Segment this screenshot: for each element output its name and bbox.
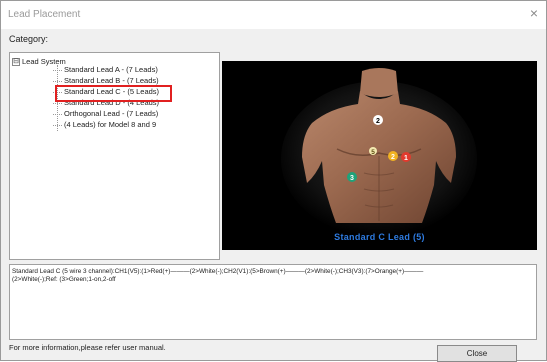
tree-item-standard-lead-b[interactable]: Standard Lead B - (7 Leads) xyxy=(53,76,159,85)
description-line-2: (2>White(-);Ref: (3>Green;1-on,2-off xyxy=(12,276,116,283)
tree-item-standard-lead-a[interactable]: Standard Lead A - (7 Leads) xyxy=(53,65,158,74)
electrode-label: 3 xyxy=(350,175,354,182)
electrode-label: 5 xyxy=(371,149,375,156)
electrode-label: 1 xyxy=(404,155,408,162)
footer-note: For more information,please refer user m… xyxy=(9,343,166,352)
tree-item-label: Standard Lead B - (7 Leads) xyxy=(64,76,159,85)
lead-placement-dialog: Lead Placement × Category: ⊟ Lead System … xyxy=(0,0,547,362)
tree-connector xyxy=(53,103,62,104)
neck xyxy=(360,68,398,97)
tree-item-label: Orthogonal Lead - (7 Leads) xyxy=(64,109,159,118)
tree-item-label: Standard Lead A - (7 Leads) xyxy=(64,65,158,74)
tree-connector xyxy=(53,125,62,126)
tree-item-orthogonal-lead[interactable]: Orthogonal Lead - (7 Leads) xyxy=(53,109,159,118)
electrode-label: 2 xyxy=(376,118,380,125)
tree-item-label: (4 Leads) for Model 8 and 9 xyxy=(64,120,157,129)
description-line-1: Standard Lead C (5 wire 3 channel):CH1(V… xyxy=(12,268,424,275)
tree-connector xyxy=(53,114,62,115)
lead-description-text: Standard Lead C (5 wire 3 channel):CH1(V… xyxy=(12,268,423,284)
lead-caption: Standard C Lead (5) xyxy=(334,232,425,242)
tree-connector xyxy=(53,70,62,71)
tree-root-label: Lead System xyxy=(22,57,66,66)
lead-system-tree: ⊟ Lead System Standard Lead A - (7 Leads)… xyxy=(9,52,220,260)
electrode-label: 2 xyxy=(391,154,395,161)
lead-description-box: Standard Lead C (5 wire 3 channel):CH1(V… xyxy=(9,264,537,340)
close-button[interactable]: Close xyxy=(437,345,517,362)
electrode-marker-v3: 2 xyxy=(388,151,398,161)
window-title: Lead Placement xyxy=(8,9,81,20)
title-bar: Lead Placement × xyxy=(1,1,546,29)
category-label: Category: xyxy=(9,34,49,44)
tree-item-model-8-9[interactable]: (4 Leads) for Model 8 and 9 xyxy=(53,120,157,129)
electrode-marker-ground: 3 xyxy=(347,172,357,182)
tree-connector xyxy=(53,81,62,82)
selection-highlight-box xyxy=(55,85,172,102)
collapse-icon[interactable]: ⊟ xyxy=(12,58,20,67)
window-close-icon[interactable]: × xyxy=(530,6,538,20)
electrode-marker-v5: 1 xyxy=(401,152,411,162)
torso-illustration: 2 5 2 1 3 xyxy=(281,68,477,237)
lead-placement-image: 2 5 2 1 3 Standard C Lead (5) xyxy=(222,61,537,250)
electrode-marker-chest-upper: 2 xyxy=(373,115,383,125)
